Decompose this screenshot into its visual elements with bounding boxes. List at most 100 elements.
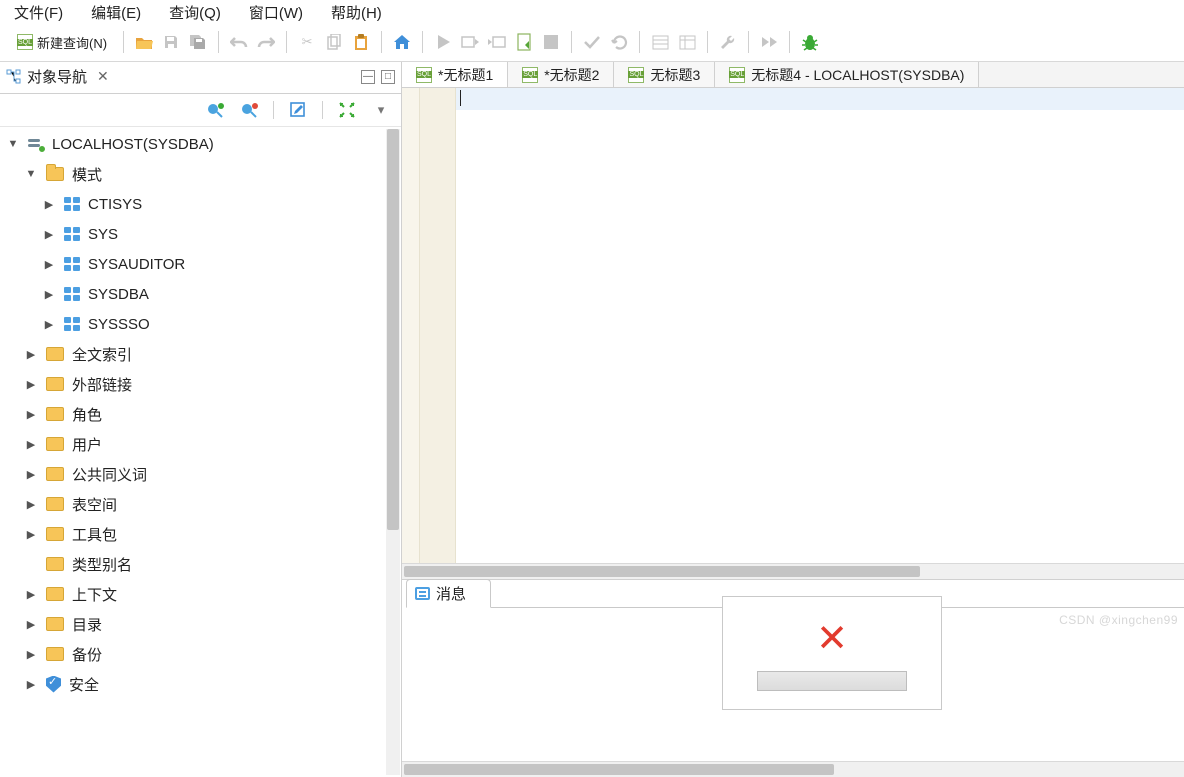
panel-close-icon[interactable]: ✕ <box>97 68 109 85</box>
tree-node-folder[interactable]: ▶表空间 <box>4 489 401 519</box>
messages-tab[interactable]: 消息 <box>406 579 491 608</box>
tree-node-folder[interactable]: ▶类型别名 <box>4 549 401 579</box>
separator <box>789 31 790 53</box>
toolbar-menu-icon[interactable]: ▾ <box>371 100 391 120</box>
tree-node-folder[interactable]: ▶ 上下文 <box>4 579 401 609</box>
new-query-button[interactable]: 新建查询(N) <box>8 29 116 55</box>
schema-icon <box>64 287 80 301</box>
menu-window[interactable]: 窗口(W) <box>249 2 303 23</box>
expand-icon[interactable]: ▶ <box>24 528 38 541</box>
tree-scrollbar[interactable] <box>386 129 400 775</box>
rollback-icon[interactable] <box>606 29 632 55</box>
editor-tab-label: 无标题3 <box>650 65 700 85</box>
tree-node-schema[interactable]: ▶CTISYS <box>4 189 401 219</box>
editor-tab[interactable]: 无标题3 <box>614 62 715 87</box>
schema-icon <box>64 317 80 331</box>
expand-icon[interactable]: ▶ <box>24 348 38 361</box>
collapse-icon[interactable]: ▼ <box>6 138 20 150</box>
object-nav-toolbar: ▾ <box>0 94 401 127</box>
run-icon[interactable] <box>430 29 456 55</box>
menu-query[interactable]: 查询(Q) <box>169 2 221 23</box>
expand-all-icon[interactable] <box>337 100 357 120</box>
tree-node-schema-folder[interactable]: ▼ 模式 <box>4 159 401 189</box>
folder-icon <box>46 377 64 391</box>
tree-node-folder[interactable]: ▶外部链接 <box>4 369 401 399</box>
expand-icon[interactable]: ▶ <box>24 618 38 631</box>
tree-node-connection[interactable]: ▼ LOCALHOST(SYSDBA) <box>4 129 401 159</box>
tree-node-folder[interactable]: ▶用户 <box>4 429 401 459</box>
redo-icon[interactable] <box>253 29 279 55</box>
expand-icon[interactable]: ▶ <box>42 318 56 331</box>
expand-icon[interactable]: ▶ <box>42 258 56 271</box>
output-panel: 消息 ✕ <box>402 579 1184 777</box>
tree-node-schema[interactable]: ▶SYSDBA <box>4 279 401 309</box>
separator <box>639 31 640 53</box>
sql-file-icon <box>522 67 538 83</box>
tree-node-folder[interactable]: ▶公共同义词 <box>4 459 401 489</box>
undo-icon[interactable] <box>226 29 252 55</box>
next-icon[interactable] <box>756 29 782 55</box>
bug-icon[interactable] <box>797 29 823 55</box>
open-icon[interactable] <box>131 29 157 55</box>
collapse-icon[interactable]: ▼ <box>24 168 38 180</box>
tree-label: 上下文 <box>72 584 117 605</box>
home-icon[interactable] <box>389 29 415 55</box>
tree-node-schema[interactable]: ▶SYSAUDITOR <box>4 249 401 279</box>
filter-remove-icon[interactable] <box>239 100 259 120</box>
expand-icon[interactable]: ▶ <box>24 438 38 451</box>
menu-edit[interactable]: 编辑(E) <box>91 2 141 23</box>
editor-t tab[interactable]: *无标题2 <box>508 62 614 87</box>
output-h-scrollbar[interactable] <box>402 761 1184 777</box>
check-icon[interactable] <box>579 29 605 55</box>
edit-icon[interactable] <box>288 100 308 120</box>
editor-tab-label: *无标题1 <box>438 65 493 85</box>
expand-icon[interactable]: ▶ <box>24 408 38 421</box>
stop-icon[interactable] <box>538 29 564 55</box>
expand-icon[interactable]: ▶ <box>24 498 38 511</box>
tree-node-folder[interactable]: ▶目录 <box>4 609 401 639</box>
run-to-icon[interactable] <box>484 29 510 55</box>
expand-icon[interactable]: ▶ <box>24 378 38 391</box>
filter-add-icon[interactable] <box>205 100 225 120</box>
editor-body[interactable] <box>456 110 1184 563</box>
separator <box>218 31 219 53</box>
editor-current-line[interactable] <box>456 88 1184 110</box>
separator <box>273 101 274 119</box>
tree-node-schema[interactable]: ▶SYS <box>4 219 401 249</box>
editor-h-scrollbar[interactable] <box>402 563 1184 579</box>
expand-icon[interactable]: ▶ <box>24 588 38 601</box>
menu-help[interactable]: 帮助(H) <box>331 2 382 23</box>
save-icon[interactable] <box>158 29 184 55</box>
folder-open-icon <box>46 167 64 181</box>
commit-icon[interactable] <box>511 29 537 55</box>
editor-tab[interactable]: 无标题4 - LOCALHOST(SYSDBA) <box>715 62 979 87</box>
editor-tab[interactable]: *无标题1 <box>402 62 508 87</box>
expand-icon[interactable]: ▶ <box>42 198 56 211</box>
tree-node-folder[interactable]: ▶备份 <box>4 639 401 669</box>
copy-icon[interactable] <box>321 29 347 55</box>
expand-icon[interactable]: ▶ <box>24 648 38 661</box>
panel-minimize-icon[interactable]: — <box>361 70 375 84</box>
grid2-icon[interactable] <box>674 29 700 55</box>
sql-editor[interactable] <box>402 88 1184 563</box>
paste-icon[interactable] <box>348 29 374 55</box>
wrench-icon[interactable] <box>715 29 741 55</box>
tree-node-folder[interactable]: ▶角色 <box>4 399 401 429</box>
tree-node-folder[interactable]: ▶全文索引 <box>4 339 401 369</box>
tree-node-security[interactable]: ▶安全 <box>4 669 401 699</box>
run-step-icon[interactable] <box>457 29 483 55</box>
panel-maximize-icon[interactable]: □ <box>381 70 395 84</box>
menu-file[interactable]: 文件(F) <box>14 2 63 23</box>
grid1-icon[interactable] <box>647 29 673 55</box>
expand-icon[interactable]: ▶ <box>42 228 56 241</box>
save-all-icon[interactable] <box>185 29 211 55</box>
cut-icon[interactable]: ✂ <box>294 29 320 55</box>
tree-node-folder[interactable]: ▶工具包 <box>4 519 401 549</box>
expand-icon[interactable]: ▶ <box>24 468 38 481</box>
expand-icon[interactable]: ▶ <box>42 288 56 301</box>
schema-icon <box>64 257 80 271</box>
tree-node-schema[interactable]: ▶SYSSSO <box>4 309 401 339</box>
error-x-icon: ✕ <box>816 616 848 661</box>
folder-icon <box>46 647 64 661</box>
expand-icon[interactable]: ▶ <box>24 678 38 691</box>
